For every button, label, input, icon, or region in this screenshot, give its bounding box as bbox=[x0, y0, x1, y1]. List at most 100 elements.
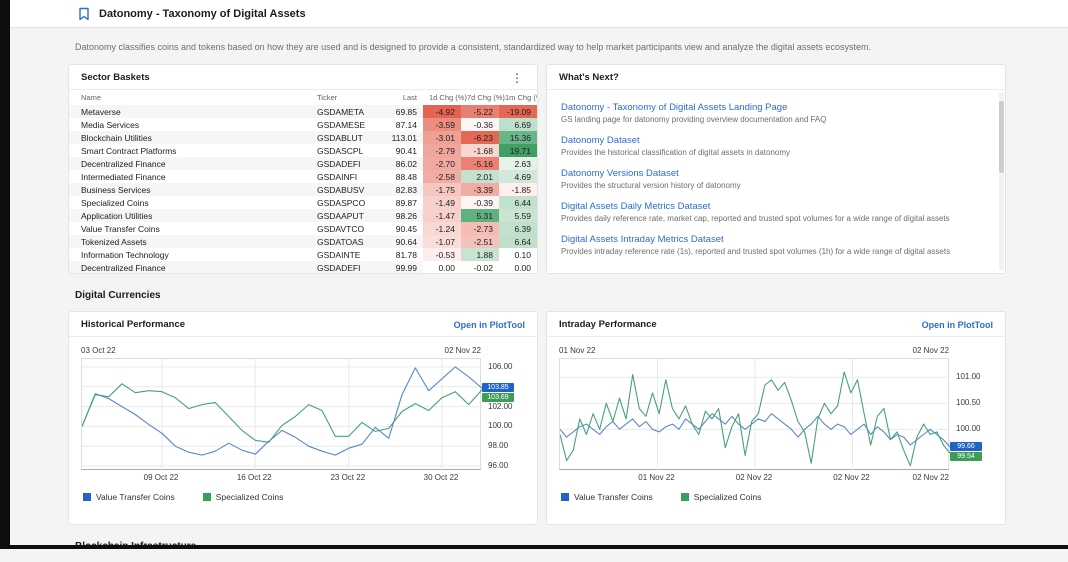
basket-1m-chg: 6.64 bbox=[499, 235, 537, 248]
basket-last: 87.14 bbox=[373, 118, 423, 131]
basket-name: Tokenized Assets bbox=[69, 235, 311, 248]
basket-name: Blockchain Utilities bbox=[69, 131, 311, 144]
page-title: Datonomy - Taxonomy of Digital Assets bbox=[99, 8, 306, 20]
x-tick-label: 02 Nov 22 bbox=[736, 473, 772, 482]
basket-1d-chg: -2.70 bbox=[423, 157, 461, 170]
column-header[interactable]: 1d Chg (%) bbox=[423, 90, 461, 105]
open-in-plottool-link[interactable]: Open in PlotTool bbox=[922, 320, 993, 330]
legend-swatch bbox=[561, 493, 569, 501]
legend-swatch bbox=[83, 493, 91, 501]
legend-swatch bbox=[681, 493, 689, 501]
kebab-menu-icon[interactable]: ⋮ bbox=[509, 73, 525, 83]
basket-1d-chg: -4.92 bbox=[423, 105, 461, 118]
basket-name: Application Utilities bbox=[69, 209, 311, 222]
intraday-performance-card: Intraday Performance Open in PlotTool 01… bbox=[546, 311, 1006, 525]
scrollbar-thumb[interactable] bbox=[999, 101, 1004, 173]
whats-next-link[interactable]: Digital Assets Intraday Metrics Dataset bbox=[561, 234, 987, 245]
basket-7d-chg: 5.31 bbox=[461, 209, 499, 222]
table-row[interactable]: Tokenized AssetsGSDATOAS90.64-1.07-2.516… bbox=[69, 235, 537, 248]
whats-next-card: What's Next? Datonomy - Taxonomy of Digi… bbox=[546, 64, 1006, 274]
basket-1m-chg: 6.69 bbox=[499, 118, 537, 131]
whats-next-link[interactable]: Datonomy Dataset bbox=[561, 135, 987, 146]
table-header-row: NameTickerLast1d Chg (%)7d Chg (%)1m Chg… bbox=[69, 90, 537, 105]
basket-1m-chg: -19.09 bbox=[499, 105, 537, 118]
legend-label: Specialized Coins bbox=[694, 492, 762, 502]
basket-ticker: GSDADEFI bbox=[311, 261, 373, 274]
charts-row: Historical Performance Open in PlotTool … bbox=[68, 311, 1068, 525]
x-tick-label: 02 Nov 22 bbox=[833, 473, 869, 482]
whats-next-link[interactable]: Datonomy Versions Dataset bbox=[561, 168, 987, 179]
column-header[interactable]: Last bbox=[373, 90, 423, 105]
basket-ticker: GSDABLUT bbox=[311, 131, 373, 144]
x-axis: 09 Oct 2216 Oct 2223 Oct 2230 Oct 22 bbox=[81, 473, 525, 484]
table-row[interactable]: Decentralized FinanceGSDADEFI86.02-2.70-… bbox=[69, 157, 537, 170]
window-edge-bottom bbox=[0, 545, 1068, 549]
table-row[interactable]: Intermediated FinanceGSDAINFI88.48-2.582… bbox=[69, 170, 537, 183]
basket-1m-chg: -1.85 bbox=[499, 183, 537, 196]
table-row[interactable]: Information TechnologyGSDAINTE81.78-0.53… bbox=[69, 248, 537, 261]
x-tick-label: 30 Oct 22 bbox=[424, 473, 459, 482]
scrollbar-track[interactable] bbox=[999, 93, 1004, 270]
basket-name: Value Transfer Coins bbox=[69, 222, 311, 235]
chart-title: Intraday Performance bbox=[559, 319, 657, 330]
basket-1d-chg: -1.24 bbox=[423, 222, 461, 235]
basket-ticker: GSDAMETA bbox=[311, 105, 373, 118]
y-tick-label: 106.00 bbox=[488, 362, 512, 371]
basket-name: Decentralized Finance bbox=[69, 157, 311, 170]
column-header[interactable]: Name bbox=[69, 90, 311, 105]
x-axis: 01 Nov 2202 Nov 2202 Nov 2202 Nov 22 bbox=[559, 473, 993, 484]
chart-start-date: 01 Nov 22 bbox=[559, 346, 595, 355]
table-row[interactable]: Media ServicesGSDAMESE87.14-3.59-0.366.6… bbox=[69, 118, 537, 131]
column-header[interactable]: Ticker bbox=[311, 90, 373, 105]
basket-name: Information Technology bbox=[69, 248, 311, 261]
bookmark-icon[interactable] bbox=[78, 7, 90, 21]
plot-area[interactable] bbox=[559, 358, 949, 470]
sector-baskets-table: NameTickerLast1d Chg (%)7d Chg (%)1m Chg… bbox=[69, 90, 537, 274]
basket-7d-chg: -3.39 bbox=[461, 183, 499, 196]
table-row[interactable]: Smart Contract PlatformsGSDASCPL90.41-2.… bbox=[69, 144, 537, 157]
whats-next-item: Datonomy Versions DatasetProvides the st… bbox=[561, 168, 987, 190]
whats-next-title: What's Next? bbox=[559, 72, 619, 83]
basket-1d-chg: -1.07 bbox=[423, 235, 461, 248]
legend-item: Value Transfer Coins bbox=[83, 492, 175, 502]
plot-area[interactable] bbox=[81, 358, 481, 470]
table-row[interactable]: Business ServicesGSDABUSV82.83-1.75-3.39… bbox=[69, 183, 537, 196]
legend-label: Value Transfer Coins bbox=[574, 492, 653, 502]
basket-ticker: GSDAAPUT bbox=[311, 209, 373, 222]
x-tick-label: 23 Oct 22 bbox=[330, 473, 365, 482]
last-value-badge: 99.54 bbox=[950, 452, 982, 461]
table-row[interactable]: Decentralized FinanceGSDADEFI99.990.00-0… bbox=[69, 261, 537, 274]
basket-7d-chg: -0.02 bbox=[461, 261, 499, 274]
basket-1m-chg: 19.71 bbox=[499, 144, 537, 157]
basket-ticker: GSDAMESE bbox=[311, 118, 373, 131]
x-tick-label: 09 Oct 22 bbox=[144, 473, 179, 482]
legend-item: Value Transfer Coins bbox=[561, 492, 653, 502]
basket-ticker: GSDATOAS bbox=[311, 235, 373, 248]
last-value-badge: 99.66 bbox=[950, 442, 982, 451]
basket-7d-chg: -5.22 bbox=[461, 105, 499, 118]
basket-7d-chg: 1.88 bbox=[461, 248, 499, 261]
column-header[interactable]: 1m Chg (%) bbox=[499, 90, 537, 105]
basket-1d-chg: -0.53 bbox=[423, 248, 461, 261]
whats-next-item: Digital Assets Intraday Metrics DatasetP… bbox=[561, 234, 987, 256]
y-tick-label: 100.00 bbox=[956, 424, 980, 433]
basket-name: Metaverse bbox=[69, 105, 311, 118]
section-digital-currencies: Digital Currencies bbox=[75, 290, 1068, 301]
whats-next-link[interactable]: Datonomy - Taxonomy of Digital Assets La… bbox=[561, 102, 987, 113]
column-header[interactable]: 7d Chg (%) bbox=[461, 90, 499, 105]
table-row[interactable]: MetaverseGSDAMETA69.85-4.92-5.22-19.09 bbox=[69, 105, 537, 118]
basket-last: 81.78 bbox=[373, 248, 423, 261]
table-row[interactable]: Specialized CoinsGSDASPCO89.87-1.49-0.39… bbox=[69, 196, 537, 209]
basket-1d-chg: -3.01 bbox=[423, 131, 461, 144]
basket-ticker: GSDADEFI bbox=[311, 157, 373, 170]
whats-next-list: Datonomy - Taxonomy of Digital Assets La… bbox=[547, 90, 1005, 256]
open-in-plottool-link[interactable]: Open in PlotTool bbox=[454, 320, 525, 330]
basket-7d-chg: -0.36 bbox=[461, 118, 499, 131]
basket-name: Specialized Coins bbox=[69, 196, 311, 209]
whats-next-link[interactable]: Digital Assets Daily Metrics Dataset bbox=[561, 201, 987, 212]
table-row[interactable]: Blockchain UtilitiesGSDABLUT113.01-3.01-… bbox=[69, 131, 537, 144]
page-description: Datonomy classifies coins and tokens bas… bbox=[75, 42, 1068, 52]
y-tick-label: 100.00 bbox=[488, 421, 512, 430]
table-row[interactable]: Application UtilitiesGSDAAPUT98.26-1.475… bbox=[69, 209, 537, 222]
table-row[interactable]: Value Transfer CoinsGSDAVTCO90.45-1.24-2… bbox=[69, 222, 537, 235]
